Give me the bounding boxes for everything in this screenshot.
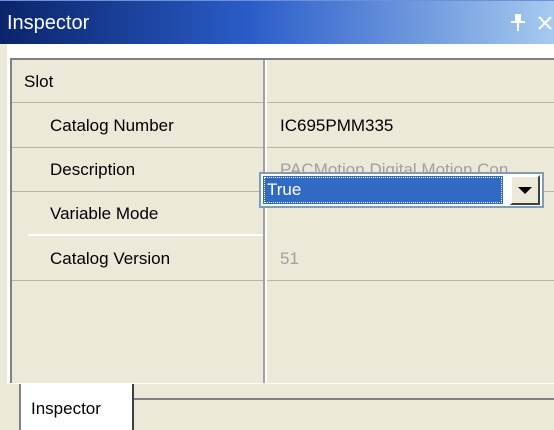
tab-strip: Inspector	[0, 384, 554, 430]
dropdown-selected-value[interactable]: True	[263, 176, 503, 204]
tab-label: Inspector	[31, 399, 101, 418]
category-value	[272, 60, 554, 103]
close-icon[interactable]	[536, 13, 554, 33]
property-name: Description	[50, 160, 136, 179]
property-name: Catalog Number	[50, 116, 174, 135]
title-bar[interactable]: Inspector	[0, 0, 554, 44]
tabstrip-divider	[134, 398, 554, 400]
tab-inspector[interactable]: Inspector	[19, 384, 134, 430]
category-row[interactable]: Slot	[12, 60, 554, 104]
dropdown-button[interactable]	[510, 175, 540, 205]
property-name: Variable Mode	[50, 204, 159, 223]
property-value[interactable]: IC695PMM335	[272, 104, 554, 147]
column-splitter-highlight	[265, 60, 267, 383]
variable-mode-dropdown[interactable]: True	[259, 172, 544, 208]
window-title: Inspector	[7, 12, 90, 34]
pin-icon[interactable]	[509, 12, 527, 34]
property-row-catalog-number[interactable]: Catalog Number IC695PMM335	[12, 104, 554, 148]
row-divider	[12, 102, 554, 103]
category-label: Slot	[24, 72, 54, 91]
property-row-catalog-version[interactable]: Catalog Version 51	[12, 237, 554, 281]
property-value: 51	[280, 249, 299, 268]
property-grid: Slot Catalog Number IC695PMM335 Descript…	[10, 58, 554, 383]
property-name: Catalog Version	[50, 249, 171, 268]
row-divider	[12, 280, 554, 281]
row-divider	[28, 234, 263, 236]
